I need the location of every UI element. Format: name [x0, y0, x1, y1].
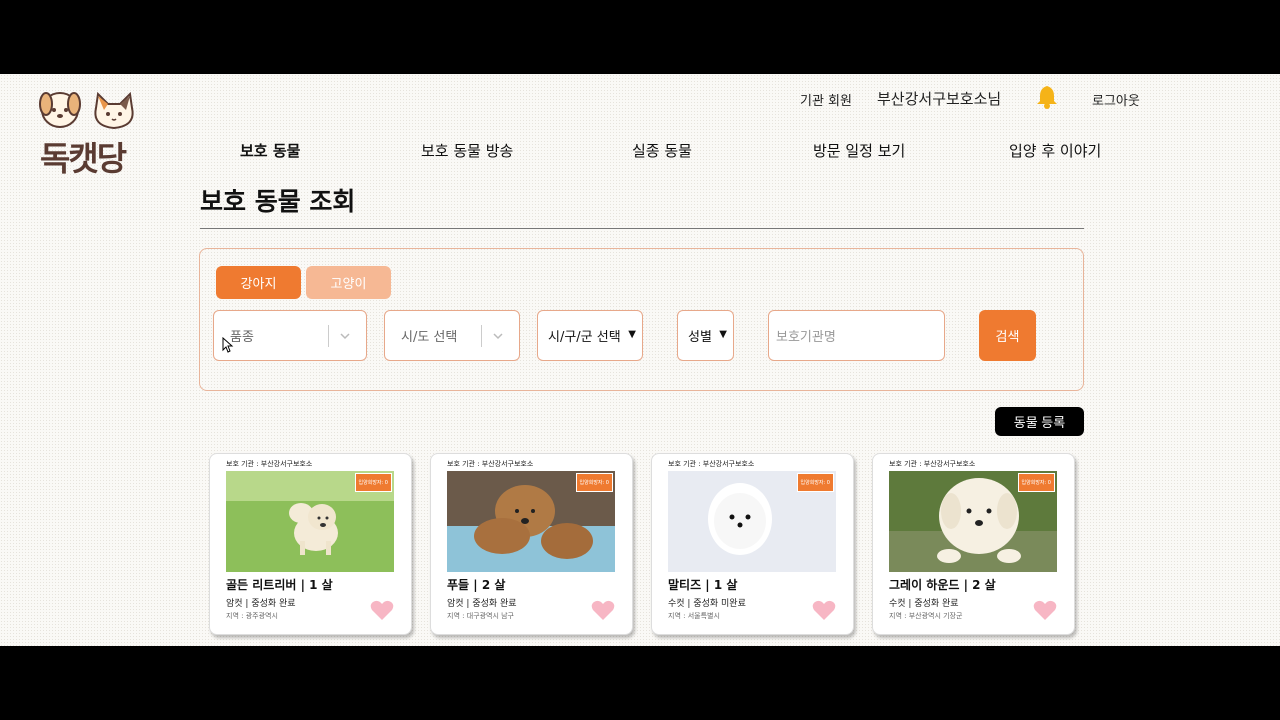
animal-meta: 수컷 | 중성화 미완료 [668, 599, 746, 609]
heart-icon[interactable] [370, 599, 394, 621]
animal-region: 지역 : 대구광역시 남구 [447, 612, 514, 620]
animal-region: 지역 : 부산광역시 기장군 [889, 612, 963, 620]
sido-placeholder: 시/도 선택 [401, 330, 458, 345]
adoption-count-badge: 입양희망자: 0 [796, 473, 834, 492]
card-org: 보호 기관 : 부산강서구보호소 [226, 460, 313, 468]
animal-name: 골든 리트리버 | 1 살 [226, 578, 333, 592]
nav-broadcast[interactable]: 보호 동물 방송 [421, 140, 513, 161]
heart-icon[interactable] [1033, 599, 1057, 621]
nav-protected-animals[interactable]: 보호 동물 [240, 140, 300, 161]
sigungu-value: 시/구/군 선택 [548, 330, 621, 345]
sido-select[interactable]: 시/도 선택 [384, 310, 520, 361]
select-separator [481, 325, 482, 347]
animal-photo[interactable]: 입양희망자: 0 [447, 471, 615, 572]
select-separator [328, 325, 329, 347]
org-name-input[interactable]: 보호기관명 [768, 310, 945, 361]
card-org: 보호 기관 : 부산강서구보호소 [447, 460, 534, 468]
heart-icon[interactable] [591, 599, 615, 621]
animal-card[interactable]: 보호 기관 : 부산강서구보호소 입양희망자: 0 그레이 하운드 | 2 살 … [872, 453, 1075, 635]
nav-adoption-stories[interactable]: 입양 후 이야기 [1009, 140, 1101, 161]
animal-meta: 암컷 | 중성화 완료 [226, 599, 296, 609]
animal-region: 지역 : 광주광역시 [226, 612, 278, 620]
animal-name: 말티즈 | 1 살 [668, 578, 738, 592]
org-name-placeholder: 보호기관명 [776, 330, 836, 345]
breed-select[interactable]: 품종 [213, 310, 367, 361]
card-org: 보호 기관 : 부산강서구보호소 [889, 460, 976, 468]
nav-visit-schedule[interactable]: 방문 일정 보기 [813, 140, 905, 161]
tab-dog[interactable]: 강아지 [216, 266, 301, 299]
adoption-count-badge: 입양희망자: 0 [354, 473, 392, 492]
register-animal-button[interactable]: 동물 등록 [995, 407, 1084, 436]
gender-select[interactable]: 성별 ▼ [677, 310, 734, 361]
gender-value: 성별 [688, 330, 712, 345]
adoption-count-badge: 입양희망자: 0 [575, 473, 613, 492]
main-nav: 보호 동물 보호 동물 방송 실종 동물 방문 일정 보기 입양 후 이야기 [0, 140, 1280, 162]
animal-card[interactable]: 보호 기관 : 부산강서구보호소 입양희망자: 0 푸들 | 2 살 암컷 | … [430, 453, 633, 635]
animal-photo[interactable]: 입양희망자: 0 [226, 471, 394, 572]
heart-icon[interactable] [812, 599, 836, 621]
logout-link[interactable]: 로그아웃 [1092, 90, 1140, 109]
animal-card[interactable]: 보호 기관 : 부산강서구보호소 입양희망자: 0 골든 리트리버 | 1 살 … [209, 453, 412, 635]
nav-missing-animals[interactable]: 실종 동물 [632, 140, 692, 161]
animal-card[interactable]: 보호 기관 : 부산강서구보호소 입양희망자: 0 말티즈 | 1 살 수컷 |… [651, 453, 854, 635]
adoption-count-badge: 입양희망자: 0 [1017, 473, 1055, 492]
tab-cat[interactable]: 고양이 [306, 266, 391, 299]
app-screen: 독캣당 기관 회원 부산강서구보호소님 로그아웃 보호 동물 보호 동물 방송 … [0, 74, 1280, 646]
mouse-cursor-icon [222, 337, 234, 353]
animal-photo[interactable]: 입양희망자: 0 [889, 471, 1057, 572]
animal-name: 푸들 | 2 살 [447, 578, 506, 592]
chevron-down-icon: ▼ [628, 329, 636, 340]
sigungu-select[interactable]: 시/구/군 선택 ▼ [537, 310, 643, 361]
user-name: 부산강서구보호소님 [877, 90, 1002, 108]
search-button[interactable]: 검색 [979, 310, 1036, 361]
animal-meta: 수컷 | 중성화 완료 [889, 599, 959, 609]
animal-name: 그레이 하운드 | 2 살 [889, 578, 996, 592]
chevron-down-icon: ▼ [719, 329, 727, 340]
card-org: 보호 기관 : 부산강서구보호소 [668, 460, 755, 468]
top-bar: 기관 회원 부산강서구보호소님 로그아웃 [0, 86, 1280, 109]
bell-icon[interactable] [1034, 84, 1060, 114]
filter-panel: 강아지 고양이 품종 시/도 선택 시/구/군 선택 ▼ 성별 ▼ 보호기관명 … [199, 248, 1084, 391]
chevron-down-icon [340, 333, 350, 340]
animal-meta: 암컷 | 중성화 완료 [447, 599, 517, 609]
animal-photo[interactable]: 입양희망자: 0 [668, 471, 836, 572]
page-title: 보호 동물 조회 [200, 187, 356, 216]
chevron-down-icon [493, 333, 503, 340]
animal-region: 지역 : 서울특별시 [668, 612, 720, 620]
title-divider [200, 228, 1084, 229]
member-type-label: 기관 회원 [800, 94, 852, 109]
